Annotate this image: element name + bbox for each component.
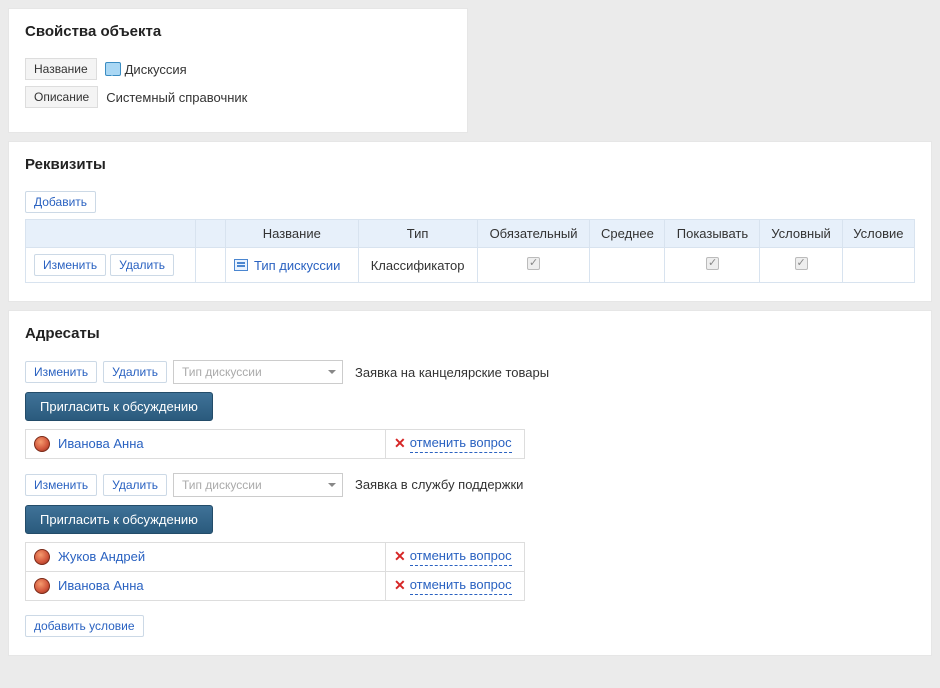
col-actions (26, 220, 196, 248)
object-properties-panel: Свойства объекта Название Дискуссия Опис… (8, 8, 468, 133)
avatar-icon (34, 436, 50, 452)
edit-button[interactable]: Изменить (34, 254, 106, 276)
user-table: Жуков Андрей✕отменить вопросИванова Анна… (25, 542, 525, 601)
conditional-checkbox (795, 257, 808, 270)
col-required: Обязательный (477, 220, 590, 248)
cancel-icon: ✕ (394, 435, 406, 452)
cancel-question-link[interactable]: отменить вопрос (410, 577, 512, 595)
delete-button[interactable]: Удалить (103, 361, 167, 383)
prop-value: Дискуссия (97, 59, 195, 80)
user-row: Иванова Анна ✕отменить вопрос (26, 430, 525, 459)
prop-row-desc: Описание Системный справочник (25, 86, 451, 108)
drag-cell[interactable] (196, 248, 226, 283)
col-name: Название (226, 220, 359, 248)
user-row: Иванова Анна ✕отменить вопрос (26, 571, 525, 600)
col-avg: Среднее (590, 220, 665, 248)
prop-value: Системный справочник (98, 87, 255, 108)
discussion-type-select[interactable]: Тип дискуссии (173, 473, 343, 497)
table-row: Изменить Удалить Тип дискуссии Классифик… (26, 248, 915, 283)
requisite-name-link[interactable]: Тип дискуссии (254, 258, 340, 273)
col-condition: Условие (842, 220, 914, 248)
required-checkbox (527, 257, 540, 270)
request-text: Заявка в службу поддержки (355, 477, 523, 492)
type-cell: Классификатор (358, 248, 477, 283)
condition-block: Изменить Удалить Тип дискуссии Заявка на ка… (25, 360, 915, 459)
col-show: Показывать (665, 220, 760, 248)
avg-cell (590, 248, 665, 283)
add-condition-button[interactable]: добавить условие (25, 615, 144, 637)
condition-block: Изменить Удалить Тип дискуссии Заявка в слу… (25, 473, 915, 601)
table-header-row: Название Тип Обязательный Среднее Показы… (26, 220, 915, 248)
panel-title: Свойства объекта (25, 23, 451, 40)
prop-label: Описание (25, 86, 98, 108)
cancel-question-link[interactable]: отменить вопрос (410, 435, 512, 453)
user-row: Жуков Андрей ✕отменить вопрос (26, 542, 525, 571)
invite-button[interactable]: Пригласить к обсуждению (25, 505, 213, 534)
requisites-panel: Реквизиты Добавить Название Тип Обязател… (8, 141, 932, 302)
col-cond: Условный (760, 220, 842, 248)
edit-button[interactable]: Изменить (25, 361, 97, 383)
col-type: Тип (358, 220, 477, 248)
discussion-icon (105, 62, 121, 76)
show-checkbox (706, 257, 719, 270)
invite-button[interactable]: Пригласить к обсуждению (25, 392, 213, 421)
user-link[interactable]: Иванова Анна (58, 578, 144, 593)
delete-button[interactable]: Удалить (110, 254, 174, 276)
panel-title: Адресаты (25, 325, 915, 342)
classifier-icon (234, 259, 248, 271)
cancel-question-link[interactable]: отменить вопрос (410, 548, 512, 566)
avatar-icon (34, 549, 50, 565)
requisites-table: Название Тип Обязательный Среднее Показы… (25, 219, 915, 283)
cancel-icon: ✕ (394, 548, 406, 565)
panel-title: Реквизиты (25, 156, 915, 173)
condition-control-row: Изменить Удалить Тип дискуссии Заявка на ка… (25, 360, 915, 384)
addressees-panel: Адресаты Изменить Удалить Тип дискуссии Зая… (8, 310, 932, 656)
add-button[interactable]: Добавить (25, 191, 96, 213)
prop-label: Название (25, 58, 97, 80)
delete-button[interactable]: Удалить (103, 474, 167, 496)
discussion-type-select[interactable]: Тип дискуссии (173, 360, 343, 384)
cancel-icon: ✕ (394, 577, 406, 594)
edit-button[interactable]: Изменить (25, 474, 97, 496)
user-table: Иванова Анна ✕отменить вопрос (25, 429, 525, 459)
avatar-icon (34, 578, 50, 594)
col-drag (196, 220, 226, 248)
condition-control-row: Изменить Удалить Тип дискуссии Заявка в слу… (25, 473, 915, 497)
request-text: Заявка на канцелярские товары (355, 365, 549, 380)
condition-cell (842, 248, 914, 283)
user-link[interactable]: Жуков Андрей (58, 549, 145, 564)
user-link[interactable]: Иванова Анна (58, 436, 144, 451)
prop-row-name: Название Дискуссия (25, 58, 451, 80)
